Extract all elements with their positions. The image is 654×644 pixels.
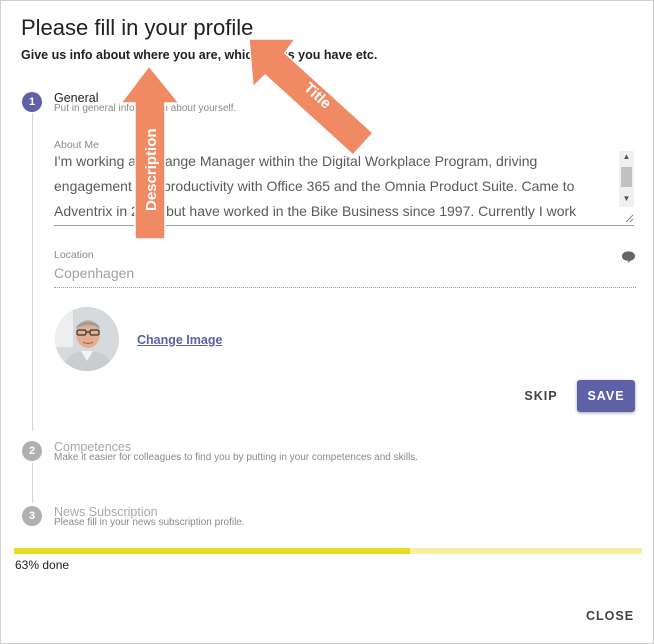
- title-callout-arrow: Title: [248, 38, 375, 157]
- description-callout-arrow: Description: [119, 64, 181, 240]
- description-callout-label: Description: [143, 128, 160, 211]
- profile-dialog: Please fill in your profile Give us info…: [0, 0, 654, 644]
- annotation-overlay: Description Title: [119, 38, 375, 240]
